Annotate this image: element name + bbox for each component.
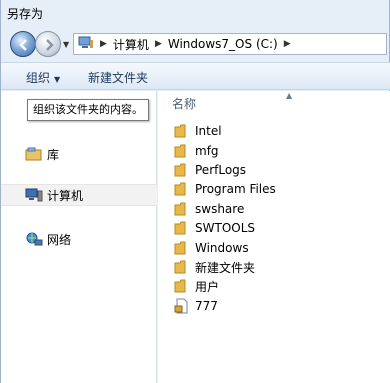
name-column-header[interactable]: 名称 [172, 95, 196, 112]
computer-icon [25, 187, 43, 203]
folder-icon [174, 182, 190, 196]
breadcrumb-computer[interactable]: 计算机 [113, 36, 149, 53]
network-icon [25, 231, 43, 247]
file-name: 用户 [195, 279, 220, 294]
list-item[interactable]: 777 [174, 297, 218, 315]
folder-icon [174, 163, 190, 177]
folder-icon [174, 279, 190, 293]
file-icon [174, 298, 190, 314]
file-name: 新建文件夹 [195, 260, 256, 275]
file-name: mfg [195, 144, 219, 158]
file-name: Program Files [195, 182, 276, 196]
nav-item-libraries[interactable]: 库 [1, 143, 157, 165]
organize-label: 组织 [26, 71, 51, 85]
new-folder-button[interactable]: 新建文件夹 [88, 69, 148, 86]
list-item[interactable]: 新建文件夹 [174, 258, 255, 276]
list-item[interactable]: swshare [174, 200, 244, 218]
chevron-down-icon: ▼ [54, 75, 61, 84]
list-item[interactable]: SWTOOLS [174, 219, 255, 237]
computer-icon [78, 36, 94, 53]
library-icon [25, 146, 43, 162]
folder-icon [174, 260, 190, 274]
sort-up-icon: ▲ [286, 91, 293, 100]
breadcrumb-drive[interactable]: Windows7_OS (C:) [168, 37, 278, 51]
nav-item-label: 库 [47, 147, 60, 162]
window-title: 另存为 [7, 7, 44, 21]
arrow-left-icon [19, 39, 27, 51]
breadcrumb-separator-icon[interactable]: ▶ [284, 39, 291, 49]
navigation-pane: 组织该文件夹的内容。 库 计算机 网络 [1, 91, 157, 383]
organize-button[interactable]: 组织 ▼ [26, 69, 60, 86]
save-as-dialog: 另存为 ▼ ▶ 计算机 ▶ Windows7_OS (C:) ▶ 组织 ▼ 新建… [0, 0, 390, 383]
forward-button[interactable] [35, 31, 61, 57]
folder-icon [174, 241, 190, 255]
back-button[interactable] [10, 31, 36, 57]
nav-item-label: 网络 [47, 232, 72, 247]
list-item[interactable]: 用户 [174, 277, 219, 295]
list-item[interactable]: PerfLogs [174, 161, 246, 179]
list-item[interactable]: Program Files [174, 180, 276, 198]
file-name: Intel [195, 124, 222, 138]
breadcrumb-separator-icon[interactable]: ▶ [100, 39, 107, 49]
command-bar: 组织 ▼ 新建文件夹 [1, 62, 390, 90]
tooltip: 组织该文件夹的内容。 [27, 99, 149, 121]
recent-pages-dropdown[interactable]: ▼ [63, 40, 69, 49]
list-item[interactable]: mfg [174, 142, 219, 160]
file-name: SWTOOLS [195, 221, 256, 235]
breadcrumb-separator-icon[interactable]: ▶ [155, 39, 162, 49]
arrow-right-icon [46, 39, 54, 51]
list-item[interactable]: Windows [174, 239, 249, 257]
file-list-pane: 名称 ▲ Intel mfg PerfLogs Program Files sw… [158, 91, 390, 383]
folder-icon [174, 221, 190, 235]
nav-item-computer[interactable]: 计算机 [1, 184, 157, 206]
nav-item-network[interactable]: 网络 [1, 228, 157, 250]
address-bar[interactable]: ▶ 计算机 ▶ Windows7_OS (C:) ▶ [73, 33, 387, 55]
file-name: swshare [195, 202, 245, 216]
file-name: Windows [195, 241, 249, 255]
list-item[interactable]: Intel [174, 122, 222, 140]
file-name: PerfLogs [195, 163, 247, 177]
folder-icon [174, 124, 190, 138]
nav-item-label: 计算机 [47, 188, 84, 203]
folder-icon [174, 144, 190, 158]
navigation-bar: ▼ ▶ 计算机 ▶ Windows7_OS (C:) ▶ [1, 28, 390, 62]
file-name: 777 [195, 299, 218, 313]
folder-icon [174, 202, 190, 216]
